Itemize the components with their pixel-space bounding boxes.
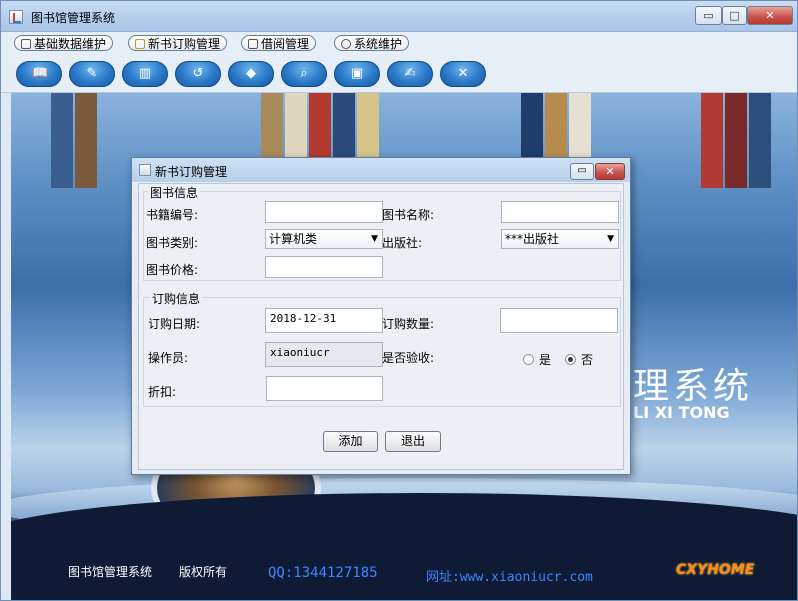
book-spine bbox=[749, 93, 771, 188]
exit-button[interactable]: 退出 bbox=[385, 431, 441, 452]
book-icon: 📖 bbox=[32, 66, 49, 81]
price-label: 图书价格: bbox=[146, 263, 199, 277]
accepted-yes-radio[interactable] bbox=[523, 354, 534, 365]
brand-logo: CXYHOME bbox=[676, 562, 755, 578]
order-quantity-label: 订购数量: bbox=[382, 317, 435, 331]
category-select[interactable]: 计算机类 ▼ bbox=[265, 229, 383, 249]
books-icon: ▥ bbox=[138, 66, 152, 81]
cart-icon bbox=[135, 39, 145, 49]
monitor-icon: ▣ bbox=[350, 66, 364, 81]
book-spine bbox=[75, 93, 97, 188]
book-spine bbox=[701, 93, 723, 188]
new-book-order-dialog: 新书订购管理 ▭ ✕ 图书信息 书籍编号: 图书名称: 图书类别: 计算机类 ▼ … bbox=[131, 157, 631, 475]
dialog-title: 新书订购管理 bbox=[155, 165, 228, 179]
accepted-no-radio[interactable] bbox=[565, 354, 576, 365]
dropdown-arrow-icon: ▼ bbox=[607, 234, 614, 244]
close-button[interactable]: ✕ bbox=[747, 6, 793, 25]
operator-label: 操作员: bbox=[148, 351, 189, 365]
pen-icon: ✎ bbox=[86, 66, 98, 81]
add-button[interactable]: 添加 bbox=[323, 431, 378, 452]
footer-qq: QQ:1344127185 bbox=[268, 565, 378, 581]
main-window: 图书馆管理系统 ▭ □ ✕ 基础数据维护 新书订购管理 借阅管理 系统维护 📖 … bbox=[0, 0, 798, 601]
book-name-label: 图书名称: bbox=[382, 208, 435, 222]
footer-band bbox=[11, 493, 797, 600]
accepted-no-label: 否 bbox=[581, 353, 594, 367]
footer-app-name: 图书馆管理系统 bbox=[68, 565, 153, 579]
title-bar: 图书馆管理系统 ▭ □ ✕ bbox=[1, 1, 797, 32]
tool-books-button[interactable]: ▥ bbox=[122, 61, 168, 87]
dropdown-arrow-icon: ▼ bbox=[371, 234, 378, 244]
book-info-title: 图书信息 bbox=[148, 184, 201, 201]
minimize-button[interactable]: ▭ bbox=[695, 6, 722, 25]
order-date-input[interactable]: 2018-12-31 bbox=[265, 308, 383, 333]
book-name-input[interactable] bbox=[501, 201, 619, 223]
publisher-label: 出版社: bbox=[382, 236, 423, 250]
tool-search-button[interactable]: ⌕ bbox=[281, 61, 327, 87]
tool-exit-button[interactable]: ✕ bbox=[440, 61, 486, 87]
banner-subtitle: LI XI TONG bbox=[633, 403, 730, 422]
operator-field: xiaoniucr bbox=[265, 342, 383, 367]
isbn-input[interactable] bbox=[265, 201, 383, 223]
order-date-label: 订购日期: bbox=[148, 317, 201, 331]
dialog-minimize-button[interactable]: ▭ bbox=[570, 163, 594, 180]
footer-website: 网址:www.xiaoniucr.com bbox=[426, 570, 593, 585]
price-input[interactable] bbox=[265, 256, 383, 278]
dialog-close-button[interactable]: ✕ bbox=[595, 163, 625, 180]
accepted-label: 是否验收: bbox=[382, 351, 435, 365]
menu-borrow[interactable]: 借阅管理 bbox=[241, 35, 317, 51]
accepted-yes-label: 是 bbox=[539, 353, 552, 367]
banner-title: 理系统 bbox=[633, 366, 754, 407]
tool-return-button[interactable]: ↺ bbox=[175, 61, 221, 87]
book-spine bbox=[51, 93, 73, 188]
footer-rights: 版权所有 bbox=[179, 565, 228, 579]
app-icon bbox=[9, 10, 23, 24]
user-icon: ✍ bbox=[404, 66, 416, 81]
database-icon bbox=[21, 39, 31, 49]
menu-new-book-order[interactable]: 新书订购管理 bbox=[128, 35, 228, 51]
gear-icon bbox=[341, 39, 351, 49]
dialog-title-bar: 新书订购管理 ▭ ✕ bbox=[132, 158, 630, 182]
menu-system[interactable]: 系统维护 bbox=[334, 35, 410, 51]
menu-bar: 基础数据维护 新书订购管理 借阅管理 系统维护 bbox=[1, 32, 797, 54]
menu-basic-data[interactable]: 基础数据维护 bbox=[14, 35, 114, 51]
dialog-icon bbox=[139, 164, 151, 176]
tool-monitor-button[interactable]: ▣ bbox=[334, 61, 380, 87]
discount-label: 折扣: bbox=[148, 385, 177, 399]
search-icon: ⌕ bbox=[300, 66, 308, 81]
tool-book-button[interactable]: 📖 bbox=[16, 61, 62, 87]
maximize-button[interactable]: □ bbox=[722, 6, 747, 25]
order-info-title: 订购信息 bbox=[150, 290, 203, 307]
book-spine bbox=[725, 93, 747, 188]
tool-box-button[interactable]: ◆ bbox=[228, 61, 274, 87]
tool-pen-button[interactable]: ✎ bbox=[69, 61, 115, 87]
return-icon: ↺ bbox=[192, 66, 204, 81]
dialog-body: 图书信息 书籍编号: 图书名称: 图书类别: 计算机类 ▼ 出版社: ***出版社… bbox=[138, 183, 624, 470]
tool-user-button[interactable]: ✍ bbox=[387, 61, 433, 87]
toolbar: 📖 ✎ ▥ ↺ ◆ ⌕ ▣ ✍ ✕ bbox=[1, 54, 797, 93]
lock-icon bbox=[248, 39, 258, 49]
publisher-select[interactable]: ***出版社 ▼ bbox=[501, 229, 619, 249]
category-label: 图书类别: bbox=[146, 236, 199, 250]
isbn-label: 书籍编号: bbox=[146, 208, 199, 222]
exit-icon: ✕ bbox=[457, 66, 469, 81]
window-title: 图书馆管理系统 bbox=[31, 11, 116, 25]
discount-input[interactable] bbox=[266, 376, 383, 401]
box-icon: ◆ bbox=[246, 66, 256, 81]
order-quantity-input[interactable] bbox=[500, 308, 618, 333]
